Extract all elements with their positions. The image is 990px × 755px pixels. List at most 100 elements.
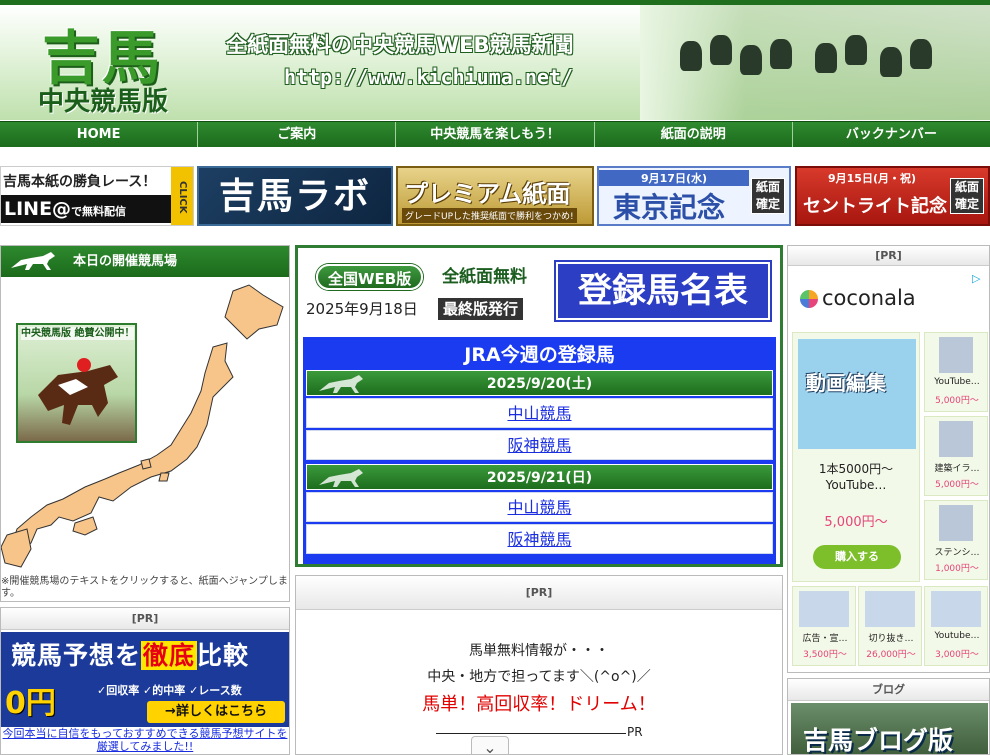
headline-pre: 競馬予想を <box>11 641 142 670</box>
divider <box>436 733 626 734</box>
labo-banner[interactable]: 吉馬ラボ <box>197 166 393 226</box>
line-logo-text: LINE@ <box>4 198 72 220</box>
st-light-banner[interactable]: 9月15日(月・祝) セントライト記念 紙面確定 <box>795 166 990 226</box>
issue-date: 2025年9月18日 <box>306 300 418 318</box>
service-name: 建築イラ… <box>934 464 980 474</box>
pr-center-box: [PR] 馬単無料情報が・・・ 中央・地方で担ってます＼(^o^)／ 馬単！高回… <box>295 575 783 755</box>
premium-title: プレミアム紙面 <box>404 180 571 208</box>
service-card[interactable]: 切り抜き… 26,000円〜 <box>858 586 922 666</box>
registration-box: 全国WEB版 全紙面無料 2025年9月18日 最終版発行 登録馬名表 JRA今… <box>295 245 783 567</box>
service-thumb <box>865 591 915 627</box>
pr-tag: PR <box>627 725 643 739</box>
service-name: 広告・宣… <box>802 634 848 644</box>
service-thumb <box>939 505 973 541</box>
chevron-down-icon[interactable]: ⌄ <box>471 736 509 754</box>
service-name: Youtube… <box>934 631 980 641</box>
service-price: 5,000円〜 <box>824 515 888 530</box>
pr-left-box: [PR] 競馬予想を徹底比較 0円 ✓回収率 ✓的中率 ✓レース数 →詳しくはこ… <box>0 607 290 755</box>
coconala-logo-icon <box>800 290 818 308</box>
day-header-sun: 2025/9/21(日) <box>306 464 773 490</box>
service-card[interactable]: ステンシ… 1,000円〜 <box>924 500 988 580</box>
main-nav: HOME ご案内 中央競馬を楽しもう！ 紙面の説明 バックナンバー <box>0 121 990 147</box>
blog-banner[interactable]: 吉馬ブログ版 <box>791 703 988 755</box>
coconala-brand: coconala <box>822 286 916 310</box>
service-title: 1本5000円〜 YouTube… <box>818 462 894 492</box>
st-date: 9月15日(月・祝) <box>827 172 917 185</box>
racehorse-icon <box>11 252 55 270</box>
nav-explanation[interactable]: 紙面の説明 <box>595 122 793 147</box>
blog-box: ブログ 吉馬ブログ版 <box>787 678 990 755</box>
course-link-hanshin-sat[interactable]: 阪神競馬 <box>306 430 773 460</box>
central-edition-ad[interactable]: 中央競馬版 絶賛公開中！ <box>16 323 137 443</box>
service-name: ステンシ… <box>934 548 980 558</box>
feature-checks: ✓回収率 ✓的中率 ✓レース数 <box>97 684 242 697</box>
st-name: セントライト記念 <box>803 196 947 217</box>
line-banner[interactable]: 吉馬本紙の勝負レース！ LINE@で無料配信 CLICK <box>0 166 194 226</box>
central-edition-label: 中央競馬版 絶賛公開中！ <box>21 327 135 340</box>
nav-enjoy[interactable]: 中央競馬を楽しもう！ <box>396 122 595 147</box>
registered-horses-button[interactable]: 登録馬名表 <box>554 260 772 322</box>
line-banner-main: LINE@で無料配信 <box>1 195 171 223</box>
site-header: 吉馬 中央競馬版 全紙面無料の中央競馬WEB競馬新聞 http://www.ki… <box>0 5 990 120</box>
tokyo-kinen-banner[interactable]: 9月17日(水) 東京記念 紙面確定 <box>597 166 791 226</box>
service-name: YouTube… <box>934 377 980 387</box>
service-card[interactable]: Youtube… 3,000円〜 <box>924 586 988 666</box>
logo-subtitle: 中央競馬版 <box>38 87 169 117</box>
jra-weekly-panel: JRA今週の登録馬 2025/9/20(土) 中山競馬 阪神競馬 2025/9/… <box>303 337 776 564</box>
service-price: 5,000円〜 <box>935 480 979 490</box>
blog-banner-text: 吉馬ブログ版 <box>803 726 954 755</box>
headline-post: 比較 <box>197 641 250 670</box>
service-thumbnail: 動画編集 <box>798 339 916 449</box>
service-price: 26,000円〜 <box>866 650 916 660</box>
st-badge: 紙面確定 <box>950 178 984 214</box>
thumb-text: 動画編集 <box>806 371 886 395</box>
click-label: CLICK <box>171 167 193 225</box>
pr-line-3[interactable]: 馬単！高回収率！ドリーム！ <box>296 692 782 718</box>
premium-banner[interactable]: プレミアム紙面 グレードUPした推奨紙面で勝利をつかめ! <box>396 166 594 226</box>
coconala-ad-header[interactable]: coconala ▷ <box>792 270 988 328</box>
service-card-main[interactable]: 動画編集 1本5000円〜 YouTube… 5,000円〜 購入する <box>792 332 920 582</box>
pr-right-box: [PR] coconala ▷ 動画編集 1本5000円〜 YouTube… 5… <box>787 245 990 673</box>
nav-guide[interactable]: ご案内 <box>198 122 397 147</box>
pr-center-text: 馬単無料情報が・・・ 中央・地方で担ってます＼(^o^)／ 馬単！高回収率！ドリ… <box>296 640 782 718</box>
map-note: ※開催競馬場のテキストをクリックすると、紙面へジャンプします。 <box>1 576 288 599</box>
jra-weekly-title: JRA今週の登録馬 <box>464 344 615 366</box>
tagline: 全紙面無料の中央競馬WEB競馬新聞 <box>226 33 574 57</box>
service-thumb <box>939 337 973 373</box>
service-price: 5,000円〜 <box>935 396 979 406</box>
japan-map: 中央競馬版 絶賛公開中！ <box>1 277 289 577</box>
headline-em: 徹底 <box>141 641 198 670</box>
today-racecourse-header: 本日の開催競馬場 <box>1 246 289 277</box>
course-link-nakayama-sun[interactable]: 中山競馬 <box>306 492 773 522</box>
day-date: 2025/9/20(土) <box>486 376 593 392</box>
web-edition-badge: 全国WEB版 <box>316 264 424 290</box>
line-banner-top: 吉馬本紙の勝負レース！ <box>3 174 157 190</box>
service-thumb <box>939 421 973 457</box>
service-card[interactable]: 広告・宣… 3,500円〜 <box>792 586 856 666</box>
keiba-compare-headline: 競馬予想を徹底比較 <box>11 636 249 672</box>
header-horses-image <box>640 5 990 120</box>
line-sub-text: で無料配信 <box>71 205 127 218</box>
service-price: 3,500円〜 <box>803 650 847 660</box>
nav-backnumber[interactable]: バックナンバー <box>793 122 990 147</box>
service-price: 3,000円〜 <box>935 650 979 660</box>
service-card[interactable]: YouTube… 5,000円〜 <box>924 332 988 412</box>
tokyo-date: 9月17日(水) <box>599 170 749 186</box>
pr-center-title: [PR] <box>296 576 782 610</box>
keiba-compare-ad[interactable]: 競馬予想を徹底比較 0円 ✓回収率 ✓的中率 ✓レース数 →詳しくはこちら <box>1 632 289 727</box>
pr-right-title: [PR] <box>788 246 989 266</box>
buy-button[interactable]: 購入する <box>813 545 901 569</box>
service-card[interactable]: 建築イラ… 5,000円〜 <box>924 416 988 496</box>
adchoices-icon[interactable]: ▷ <box>972 272 986 286</box>
day-header-sat: 2025/9/20(土) <box>306 370 773 396</box>
free-text: 全紙面無料 <box>442 267 527 287</box>
keiba-compare-link[interactable]: 今回本当に自信をもっておすすめできる競馬予想サイトを厳選してみました!! <box>1 727 289 753</box>
day-date: 2025/9/21(日) <box>486 470 593 486</box>
blog-title: ブログ <box>788 679 989 701</box>
service-price: 1,000円〜 <box>935 564 979 574</box>
course-link-nakayama-sat[interactable]: 中山競馬 <box>306 398 773 428</box>
nav-home[interactable]: HOME <box>0 122 199 147</box>
course-link-hanshin-sun[interactable]: 阪神競馬 <box>306 524 773 554</box>
details-button[interactable]: →詳しくはこちら <box>147 701 285 723</box>
site-url: http://www.kichiuma.net/ <box>284 65 573 89</box>
